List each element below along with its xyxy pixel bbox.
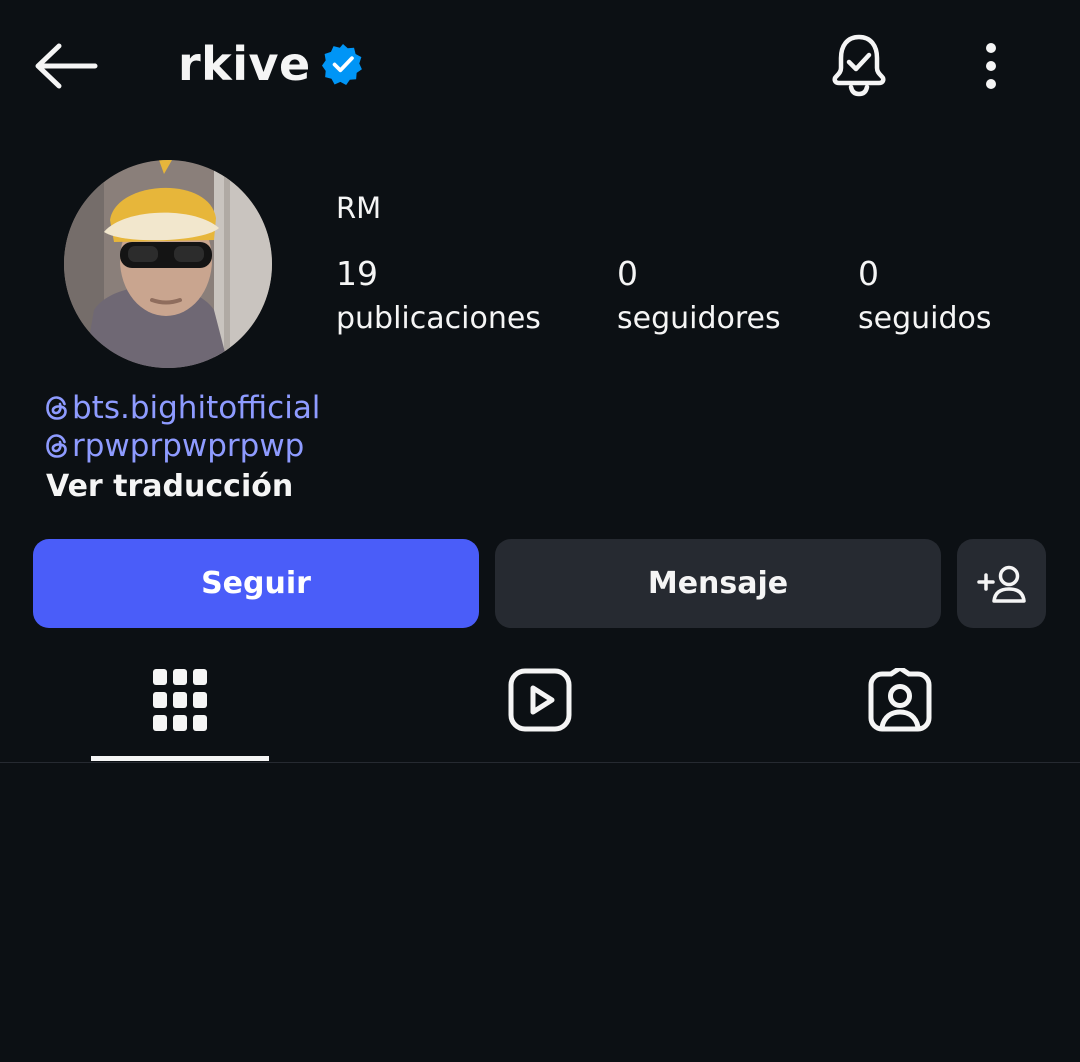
tab-reels[interactable]: [451, 650, 629, 750]
profile-page: rkive RM 19 publicaciones 0 seguidores 0…: [0, 0, 1080, 1062]
tab-tagged[interactable]: [811, 650, 989, 750]
active-tab-indicator: [91, 756, 269, 761]
posts-count-label: publicaciones: [336, 301, 541, 336]
tab-posts[interactable]: [91, 650, 269, 750]
suggested-accounts-button[interactable]: [957, 539, 1046, 628]
following-count-value: 0: [858, 254, 879, 293]
display-name: RM: [336, 191, 382, 225]
followers-count-value: 0: [617, 254, 638, 293]
threads-link-text: rpwprpwprpwp: [72, 428, 305, 464]
follow-button[interactable]: Seguir: [33, 539, 479, 628]
message-button[interactable]: Mensaje: [495, 539, 941, 628]
posts-count-value: 19: [336, 254, 378, 293]
reels-icon: [508, 668, 572, 732]
grid-icon: [153, 669, 207, 731]
following-count-label: seguidos: [858, 301, 992, 336]
threads-icon: [46, 434, 67, 458]
following-count[interactable]: 0 seguidos: [858, 252, 992, 342]
back-button[interactable]: [30, 36, 102, 96]
profile-photo: [64, 160, 272, 368]
more-options-button[interactable]: [966, 36, 1016, 96]
followers-count[interactable]: 0 seguidores: [617, 252, 781, 342]
threads-icon: [46, 396, 67, 420]
profile-username: rkive: [178, 37, 311, 91]
notifications-button[interactable]: [826, 30, 892, 100]
threads-link-text: bts.bighitofficial: [72, 390, 321, 426]
verified-badge-icon: [322, 44, 362, 85]
tab-divider: [0, 762, 1080, 763]
more-vertical-icon: [986, 43, 996, 89]
tagged-icon: [868, 668, 932, 732]
bell-check-icon: [832, 34, 886, 97]
profile-avatar[interactable]: [64, 160, 272, 368]
followers-count-label: seguidores: [617, 301, 781, 336]
threads-link[interactable]: rpwprpwprpwp: [44, 426, 304, 466]
see-translation-link[interactable]: Ver traducción: [46, 466, 293, 508]
threads-link[interactable]: bts.bighitofficial: [44, 388, 320, 428]
add-user-icon: [976, 565, 1026, 603]
arrow-left-icon: [35, 43, 98, 89]
posts-count[interactable]: 19 publicaciones: [336, 252, 541, 342]
